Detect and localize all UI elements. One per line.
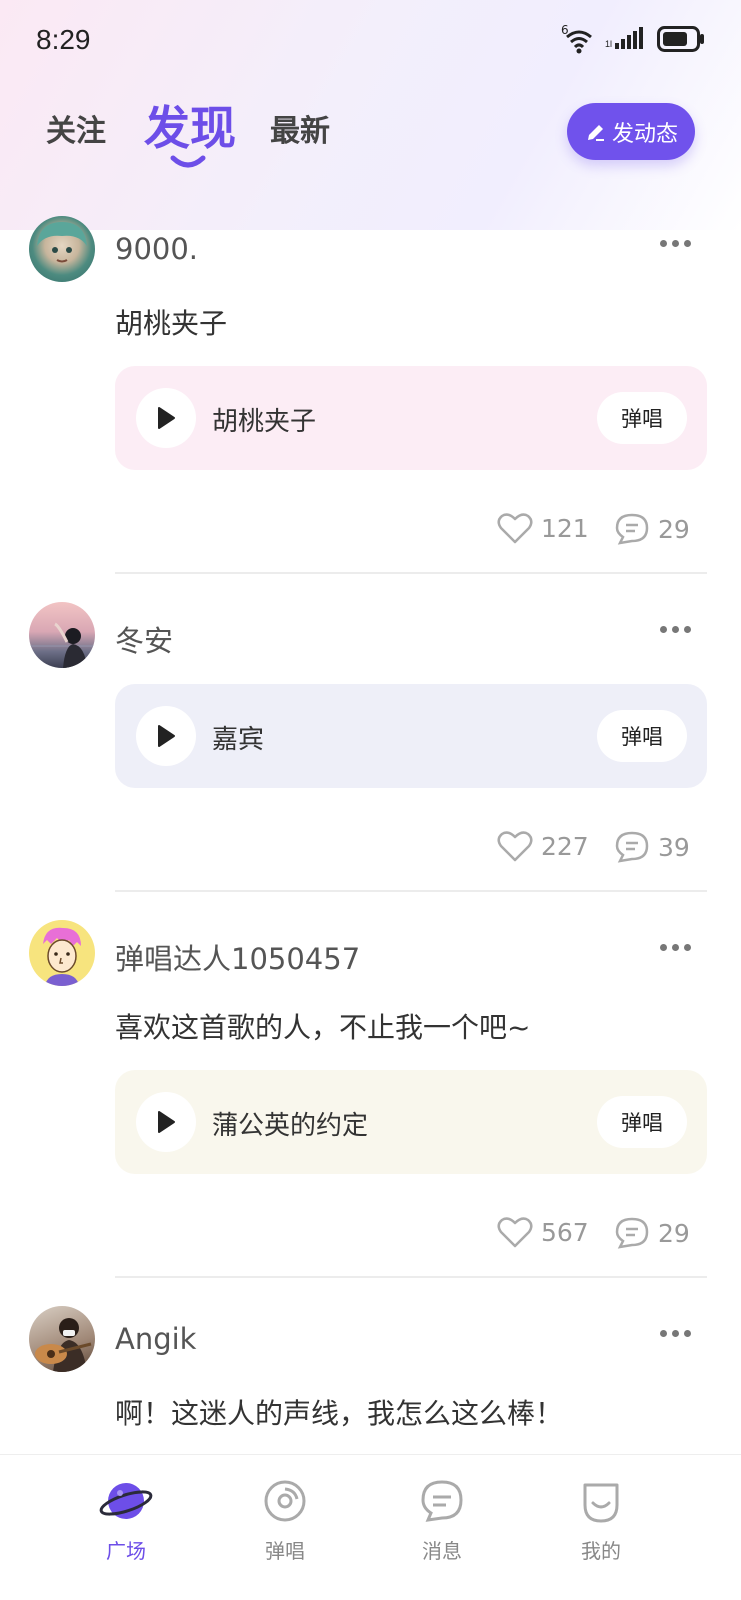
song-title: 嘉宾 [212,725,265,755]
comment-count: 39 [658,832,690,862]
status-time: 8:29 [36,24,91,55]
username[interactable]: 9000. [115,232,198,266]
play-icon [158,725,175,747]
comment-button[interactable]: 29 [614,512,690,546]
like-count: 227 [541,831,589,861]
sing-button[interactable]: 弹唱 [597,1096,687,1148]
active-tab-indicator [170,155,206,168]
song-card[interactable]: 嘉宾 弹唱 [115,684,707,788]
like-button[interactable]: 121 [497,512,589,544]
divider [115,572,707,574]
like-count: 567 [541,1217,589,1247]
chat-icon [421,1480,463,1522]
avatar[interactable] [29,602,95,668]
battery-icon [657,26,705,56]
more-options-icon[interactable] [660,626,691,633]
nav-label: 广场 [106,1539,146,1563]
song-title: 胡桃夹子 [212,407,317,437]
comment-icon [615,513,649,545]
post-text: 胡桃夹子 [115,307,228,340]
post-text: 啊！这迷人的声线，我怎么这么棒！ [115,1397,564,1430]
like-button[interactable]: 567 [497,1216,589,1248]
bottom-nav: 广场 弹唱 消息 我的 [0,1454,741,1600]
comment-button[interactable]: 29 [614,1216,690,1250]
nav-label: 消息 [422,1539,462,1563]
more-options-icon[interactable] [660,944,691,951]
comment-button[interactable]: 39 [614,830,690,864]
play-icon [158,407,175,429]
play-icon [158,1111,175,1133]
post-text: 喜欢这首歌的人，不止我一个吧~ [115,1011,531,1044]
post-button-label: 发动态 [611,121,678,147]
nav-item-square[interactable]: 广场 [76,1477,176,1564]
post-button[interactable]: 发动态 [567,103,695,160]
avatar[interactable] [29,1306,95,1372]
edit-icon [587,124,604,141]
post-stats: 121 29 [0,512,741,552]
heart-icon [497,831,533,862]
comment-icon [615,831,649,863]
post-card[interactable]: Angik 啊！这迷人的声线，我怎么这么棒！ [0,1300,741,1460]
more-options-icon[interactable] [660,1330,691,1337]
tab-follow[interactable]: 关注 [46,106,106,150]
avatar[interactable] [29,920,95,986]
avatar[interactable] [29,216,95,282]
status-icons: 6 1l [561,23,705,56]
nav-label: 弹唱 [265,1539,305,1563]
username[interactable]: Angik [115,1322,196,1356]
more-options-icon[interactable] [660,240,691,247]
divider [115,1276,707,1278]
like-button[interactable]: 227 [497,830,589,862]
post-card[interactable]: 9000. 胡桃夹子 胡桃夹子 弹唱 121 29 [0,210,741,574]
like-count: 121 [541,513,589,543]
planet-icon [99,1483,153,1519]
nav-item-sing[interactable]: 弹唱 [235,1477,335,1564]
comment-count: 29 [658,1218,690,1248]
username[interactable]: 弹唱达人1050457 [115,936,360,978]
divider [115,890,707,892]
song-card[interactable]: 胡桃夹子 弹唱 [115,366,707,470]
post-card[interactable]: 冬安 嘉宾 弹唱 227 39 [0,596,741,914]
status-bar: 8:29 6 1l [0,0,741,86]
post-card[interactable]: 弹唱达人1050457 喜欢这首歌的人，不止我一个吧~ 蒲公英的约定 弹唱 56… [0,914,741,1300]
nav-label: 我的 [581,1539,621,1563]
username[interactable]: 冬安 [115,618,173,660]
tab-latest[interactable]: 最新 [270,106,330,150]
song-title: 蒲公英的约定 [212,1111,369,1141]
disc-icon [264,1480,306,1522]
comment-icon [615,1217,649,1249]
post-stats: 567 29 [0,1216,741,1256]
tab-discover[interactable]: 发现 [144,92,236,158]
play-button[interactable] [136,388,196,448]
heart-icon [497,513,533,544]
play-button[interactable] [136,1092,196,1152]
nav-item-messages[interactable]: 消息 [392,1477,492,1564]
heart-icon [497,1217,533,1248]
network-label: 6 [561,23,569,37]
signal-icon: 1l [605,27,647,55]
post-stats: 227 39 [0,830,741,870]
wifi-icon: 6 [561,23,595,55]
comment-count: 29 [658,514,690,544]
play-button[interactable] [136,706,196,766]
sing-button[interactable]: 弹唱 [597,392,687,444]
nav-item-me[interactable]: 我的 [551,1477,651,1564]
svg-text:1l: 1l [605,39,612,49]
sing-button[interactable]: 弹唱 [597,710,687,762]
smile-icon [583,1483,619,1523]
song-card[interactable]: 蒲公英的约定 弹唱 [115,1070,707,1174]
